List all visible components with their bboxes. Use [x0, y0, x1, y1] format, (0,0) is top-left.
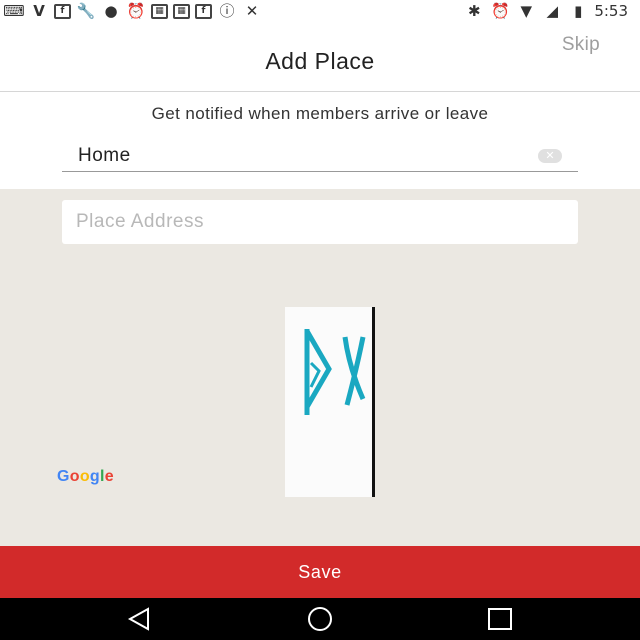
page-title: Add Place [265, 48, 375, 74]
flipboard-icon: f [195, 3, 212, 19]
notification-box-icon: ▦ [151, 3, 168, 19]
bluetooth-icon: ✱ [468, 2, 481, 20]
google-letter: e [104, 468, 114, 485]
status-icons-right: ✱ ⏰ ▼ ◢ ▮ 5:53 [464, 2, 628, 20]
keyboard-icon: ⌨ [3, 2, 25, 20]
google-attribution: Google [57, 468, 114, 486]
clear-icon[interactable]: ✕ [538, 149, 562, 163]
navigation-bar [0, 598, 640, 640]
status-bar: ⌨ V f 🔧 ● ⏰ ▦ ▦ f ⓘ ✕ ✱ ⏰ ▼ ◢ ▮ 5:53 [0, 0, 640, 22]
header: Add Place Skip [0, 22, 640, 92]
place-address-box [62, 200, 578, 244]
save-button[interactable]: Save [0, 546, 640, 598]
map-marker [285, 307, 375, 497]
recents-icon [488, 608, 512, 630]
status-time: 5:53 [594, 2, 628, 20]
location-icon: ● [104, 2, 118, 20]
home-icon [308, 607, 332, 631]
alarm-icon: ⏰ [126, 2, 146, 20]
skip-button[interactable]: Skip [562, 34, 600, 56]
google-letter: G [57, 468, 70, 485]
v-icon: V [33, 2, 45, 20]
google-letter: o [79, 468, 90, 485]
back-button[interactable] [122, 606, 158, 632]
flipboard-icon: f [54, 3, 71, 19]
subtitle: Get notified when members arrive or leav… [151, 104, 489, 123]
map[interactable]: Google [0, 189, 640, 546]
info-icon: ⓘ [219, 2, 235, 20]
notification-box-icon: ▦ [173, 3, 190, 19]
alarm-icon: ⏰ [490, 2, 510, 20]
battery-icon: ▮ [574, 2, 583, 20]
place-address-input[interactable] [76, 208, 556, 236]
wifi-icon: ▼ [520, 2, 533, 20]
no-signal-icon: ✕ [245, 2, 259, 20]
home-button[interactable] [302, 606, 338, 632]
cellular-icon: ◢ [546, 2, 559, 20]
wrench-icon: 🔧 [76, 2, 96, 20]
google-letter: g [89, 468, 100, 485]
back-icon [127, 607, 149, 631]
marker-glyph [342, 336, 366, 406]
recents-button[interactable] [482, 606, 518, 632]
place-name-field: ✕ [62, 142, 578, 172]
place-name-input[interactable] [78, 142, 518, 170]
status-icons-left: ⌨ V f 🔧 ● ⏰ ▦ ▦ f ⓘ ✕ [3, 2, 262, 20]
google-letter: o [69, 468, 80, 485]
place-form: Get notified when members arrive or leav… [0, 92, 640, 189]
